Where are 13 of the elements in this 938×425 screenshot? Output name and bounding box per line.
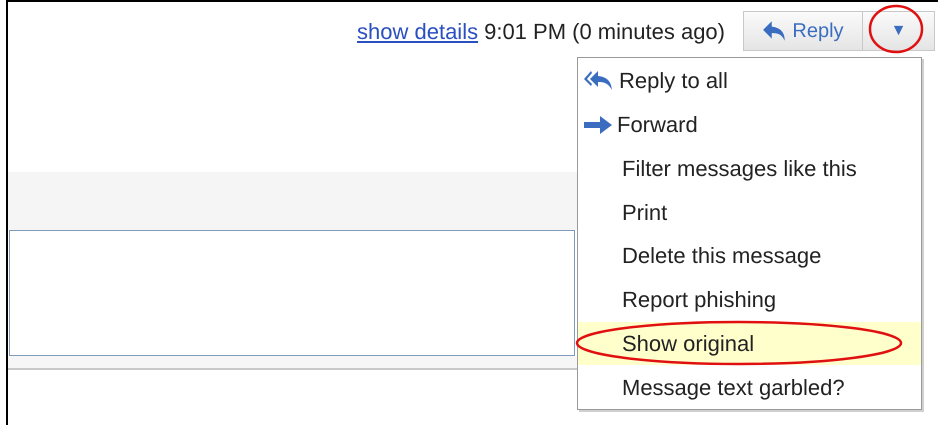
menu-item[interactable]: Forward	[578, 102, 921, 146]
show-details-link[interactable]: show details	[357, 14, 478, 48]
menu-item[interactable]: Show original	[578, 322, 921, 366]
message-time: 9:01 PM (0 minutes ago)	[484, 18, 725, 46]
menu-item[interactable]: Print	[578, 190, 921, 234]
menu-item[interactable]: Filter messages like this	[578, 146, 921, 190]
menu-item[interactable]: Message text garbled?	[578, 365, 921, 409]
reply-button[interactable]: Reply	[743, 11, 863, 51]
menu-item[interactable]: Reply to all	[578, 59, 921, 103]
right-arrow-icon	[583, 114, 613, 136]
menu-item[interactable]: Report phishing	[578, 278, 921, 322]
menu-item[interactable]: Delete this message	[578, 234, 921, 278]
more-options-button[interactable]: ▼	[863, 11, 935, 51]
